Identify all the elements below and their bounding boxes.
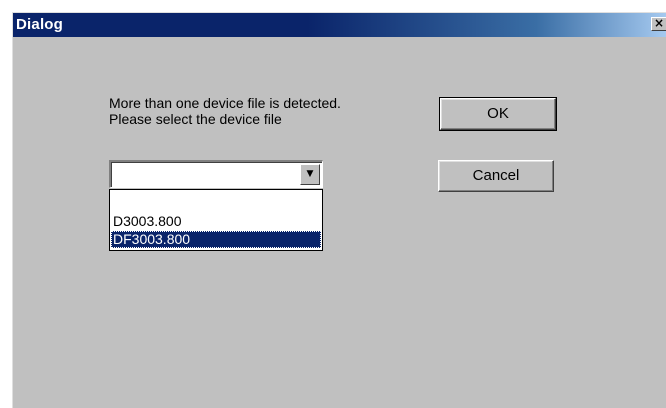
- prompt-line-1: More than one device file is detected.: [109, 95, 341, 111]
- prompt-message: More than one device file is detected. P…: [109, 95, 341, 127]
- chevron-down-icon[interactable]: ▼: [300, 164, 320, 185]
- close-icon[interactable]: ×: [651, 17, 666, 31]
- list-item-selected[interactable]: DF3003.800: [111, 231, 321, 248]
- screen: Dialog × More than one device file is de…: [0, 0, 666, 408]
- ok-button[interactable]: OK: [439, 97, 557, 131]
- window-title: Dialog: [16, 16, 64, 33]
- device-file-combobox[interactable]: ▼: [109, 160, 323, 188]
- device-file-dropdown-list[interactable]: D3003.800 DF3003.800: [109, 189, 323, 251]
- dialog-window: Dialog × More than one device file is de…: [12, 12, 666, 408]
- cancel-button[interactable]: Cancel: [438, 160, 554, 192]
- title-bar[interactable]: Dialog ×: [13, 13, 666, 37]
- prompt-line-2: Please select the device file: [109, 111, 282, 127]
- list-item[interactable]: D3003.800: [111, 213, 321, 230]
